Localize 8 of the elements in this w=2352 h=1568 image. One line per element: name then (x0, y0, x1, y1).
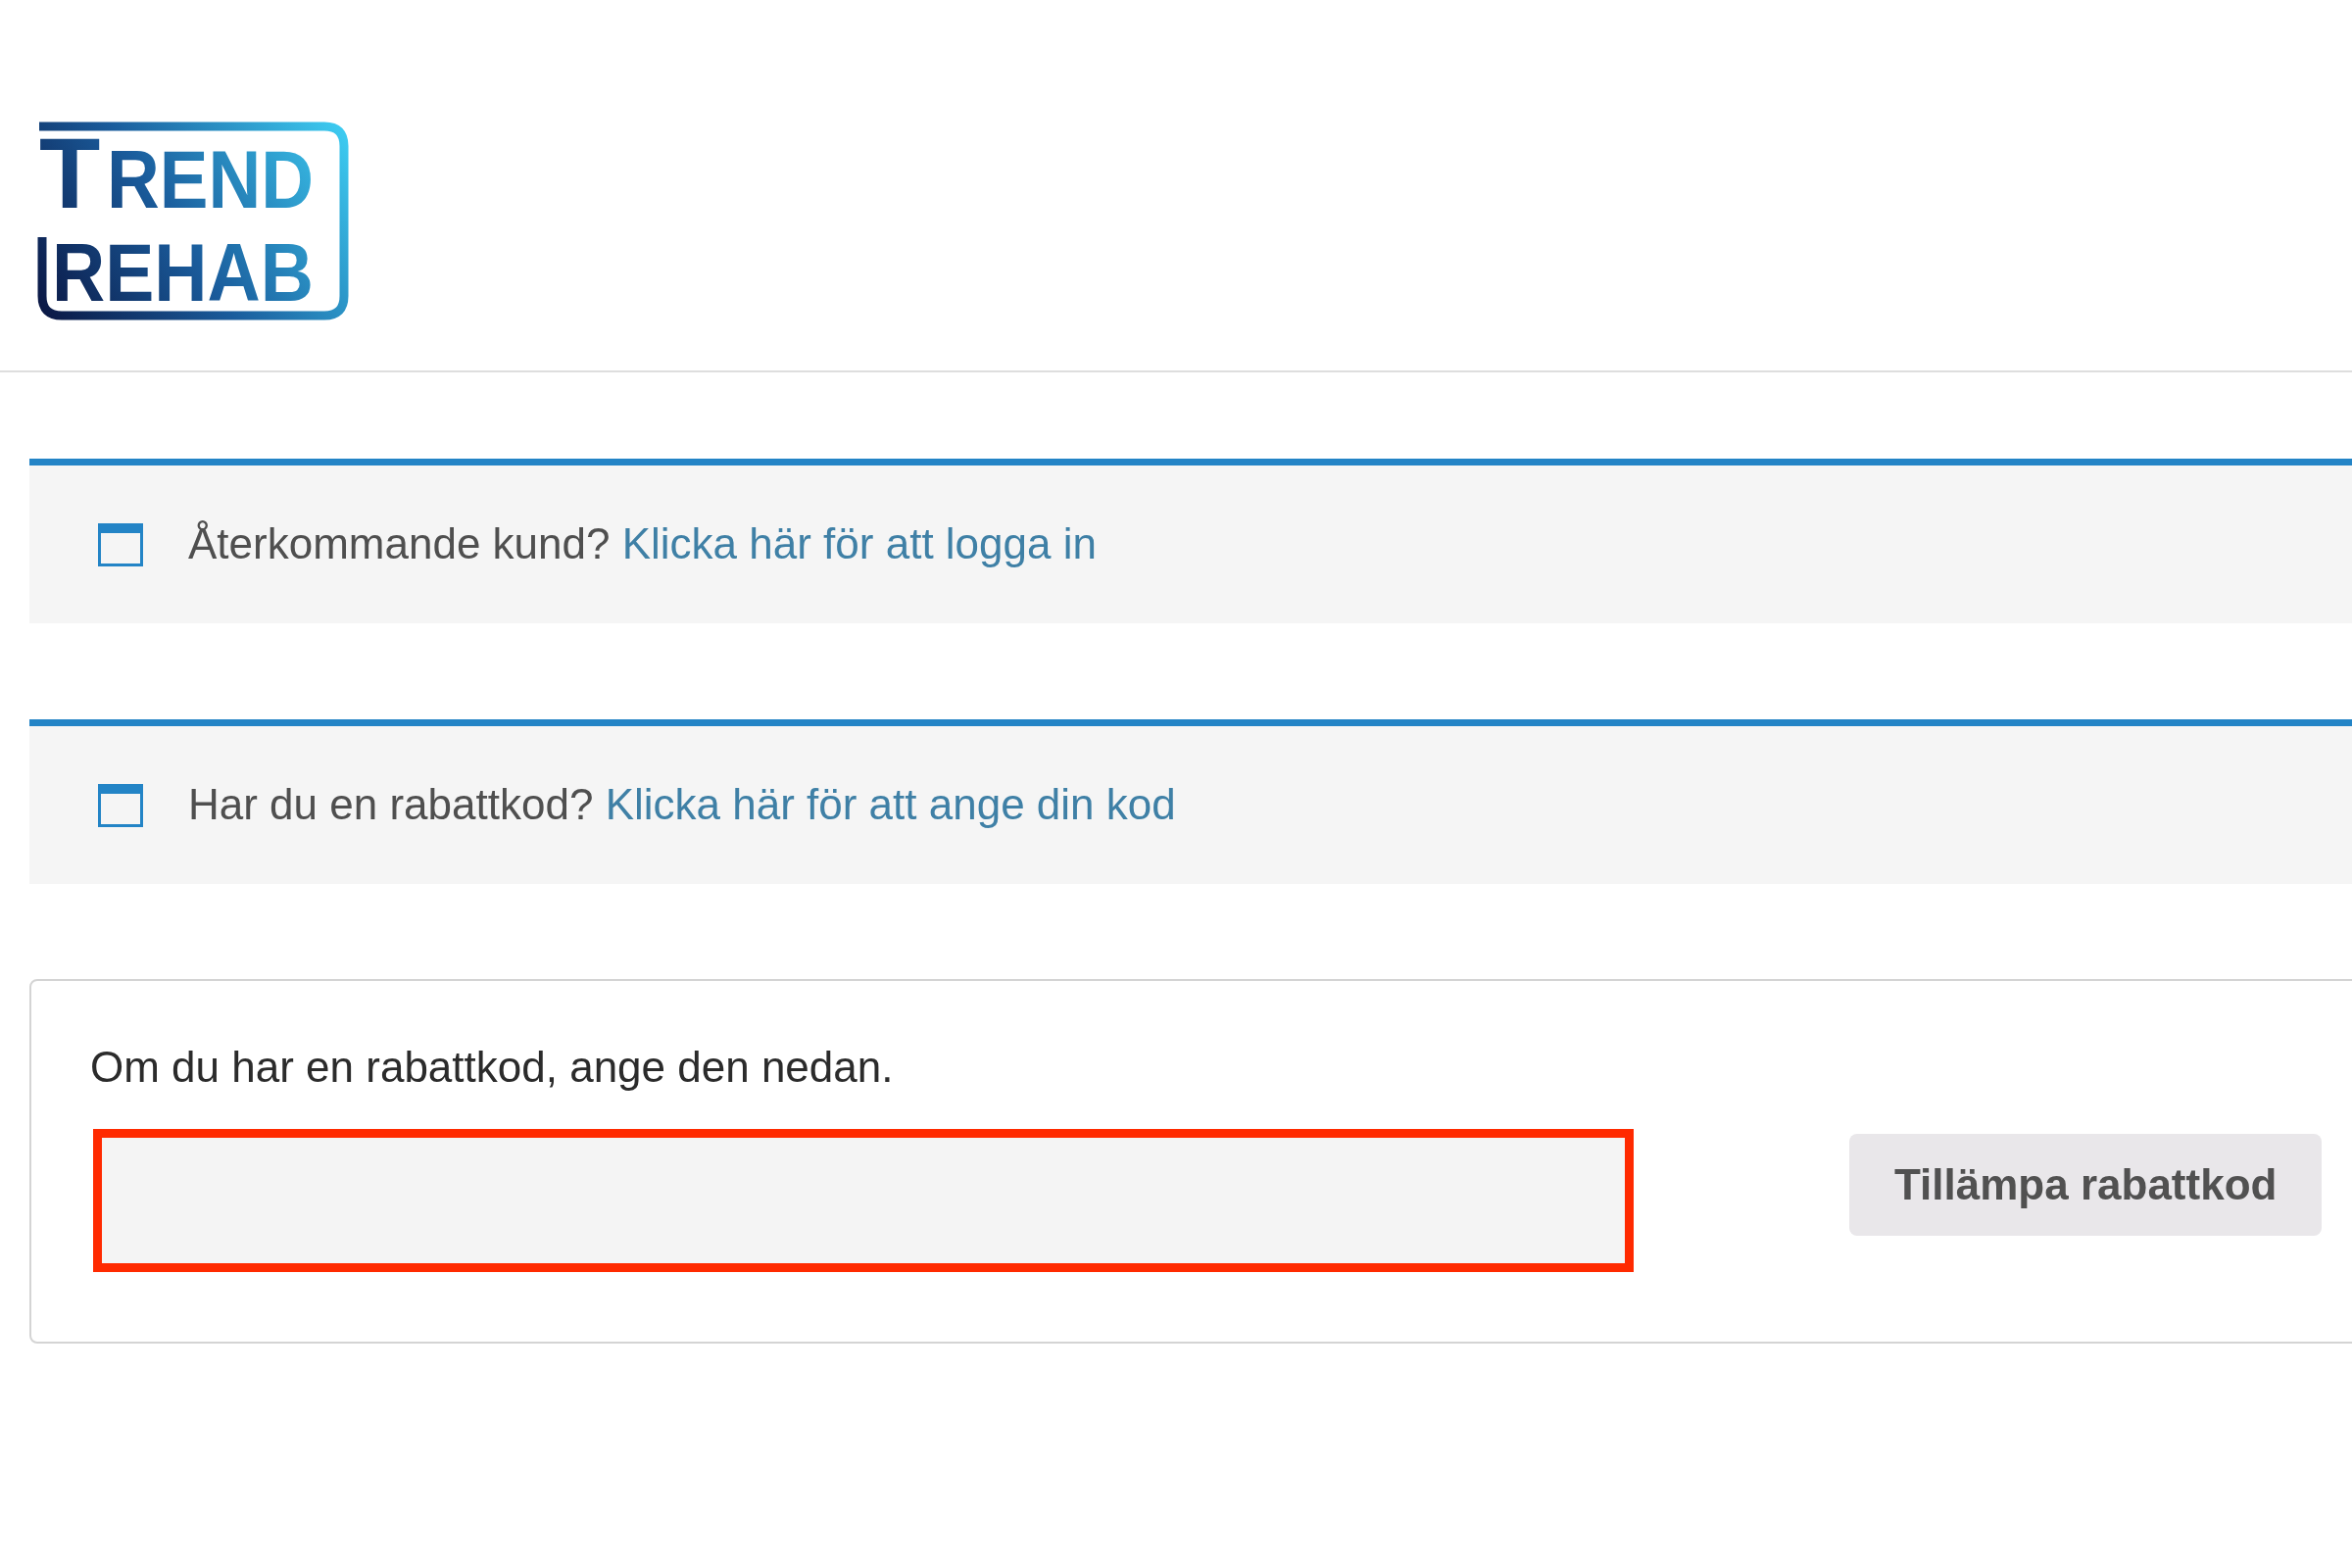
notice-link[interactable]: Klicka här för att ange din kod (605, 780, 1176, 829)
notice-link[interactable]: Klicka här för att logga in (621, 519, 1097, 568)
notice-text: Har du en rabattkod? Klicka här för att ange din kod (188, 779, 1176, 831)
apply-coupon-button[interactable]: Tillämpa rabattkod (1849, 1133, 2323, 1236)
logo: TREND REHAB (36, 120, 352, 321)
coupon-input[interactable] (93, 1128, 1634, 1272)
coupon-prompt: Om du har en rabattkod, ange den nedan. (90, 1042, 895, 1093)
notice-text: Återkommande kund? Klicka här för att logga in (188, 518, 1097, 570)
